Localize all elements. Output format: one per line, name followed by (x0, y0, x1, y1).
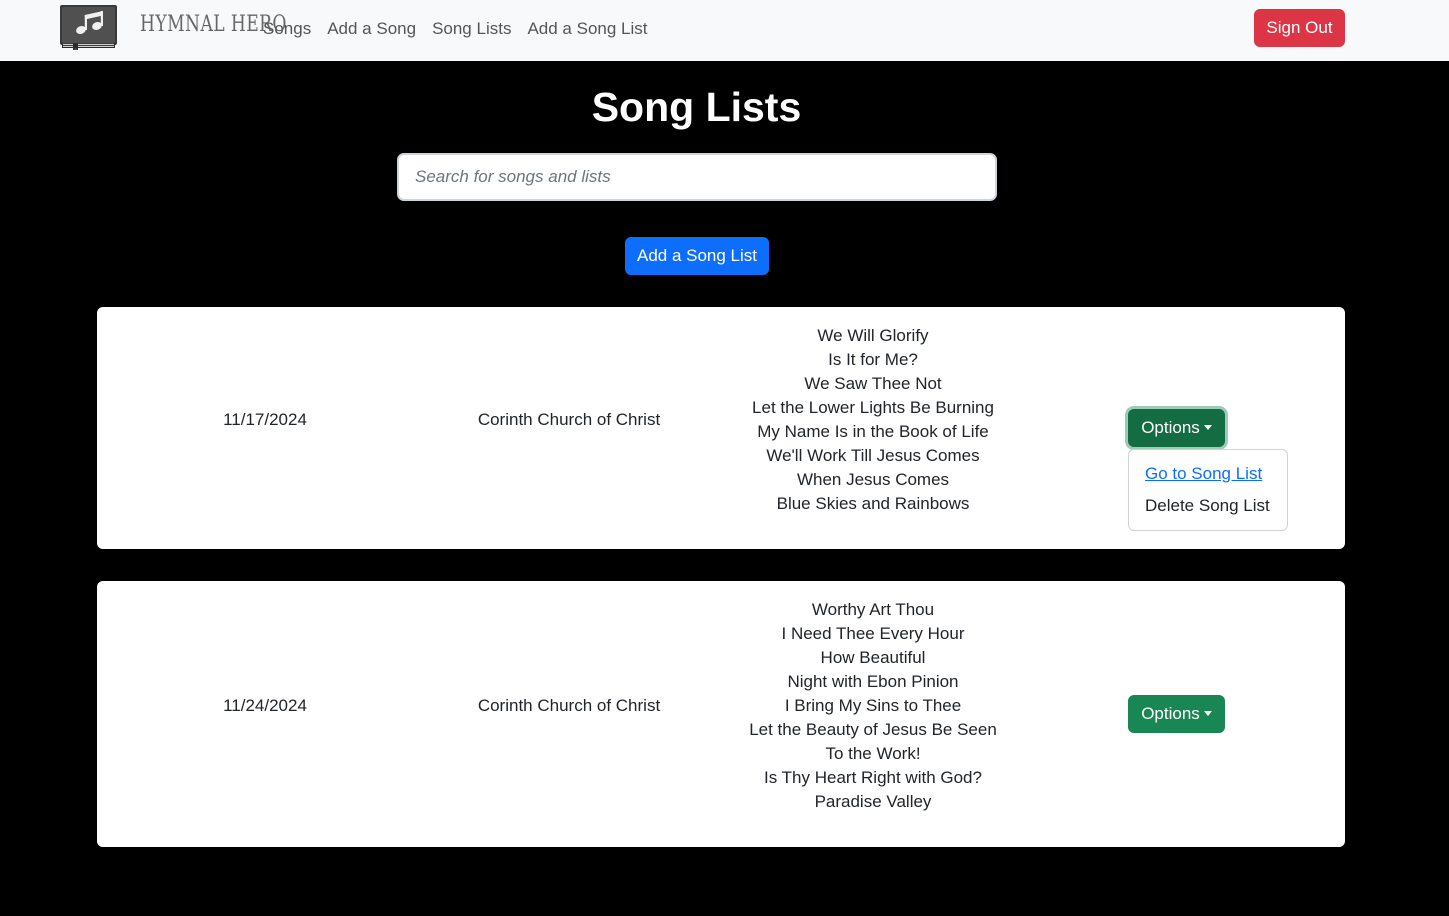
go-to-song-list-link[interactable]: Go to Song List (1129, 458, 1287, 490)
song-list-card: 11/17/2024 Corinth Church of Christ We W… (97, 307, 1345, 549)
song-title: Let the Lower Lights Be Burning (752, 398, 994, 417)
sign-out-button[interactable]: Sign Out (1254, 9, 1345, 47)
delete-song-list-item[interactable]: Delete Song List (1129, 490, 1287, 522)
nav-link-add-song[interactable]: Add a Song (319, 19, 424, 39)
song-title: When Jesus Comes (796, 470, 950, 489)
page-title: Song Lists (591, 84, 802, 130)
song-title: Is It for Me? (828, 350, 918, 369)
song-title: I Bring My Sins to Thee (784, 696, 962, 715)
song-titles: Worthy Art Thou I Need Thee Every Hour H… (723, 598, 1023, 814)
song-title: Night with Ebon Pinion (787, 672, 959, 691)
church-name: Corinth Church of Christ (477, 410, 661, 429)
song-list-card: 11/24/2024 Corinth Church of Christ Wort… (97, 581, 1345, 847)
list-date: 11/17/2024 (223, 410, 307, 429)
list-date: 11/24/2024 (223, 696, 307, 715)
options-label: Options (1141, 418, 1200, 437)
song-title: We Saw Thee Not (804, 374, 942, 393)
song-title: Blue Skies and Rainbows (776, 494, 970, 513)
nav-link-songs[interactable]: Songs (255, 19, 319, 39)
nav-link-song-lists[interactable]: Song Lists (424, 19, 519, 39)
options-dropdown-button[interactable]: Options (1128, 409, 1225, 447)
caret-down-icon (1203, 711, 1212, 716)
hymnal-logo-icon[interactable] (59, 4, 119, 50)
caret-down-icon (1203, 425, 1212, 430)
nav-links: Songs Add a Song Song Lists Add a Song L… (255, 0, 655, 57)
navbar: HYMNAL HERO Songs Add a Song Song Lists … (0, 0, 1449, 61)
add-song-list-button[interactable]: Add a Song List (625, 237, 769, 275)
song-title: We'll Work Till Jesus Comes (766, 446, 980, 465)
song-title: Is Thy Heart Right with God? (764, 768, 982, 787)
song-title: I Need Thee Every Hour (781, 624, 965, 643)
song-titles: We Will Glorify Is It for Me? We Saw The… (723, 324, 1023, 516)
song-title: Let the Beauty of Jesus Be Seen (749, 720, 997, 739)
options-dropdown-button[interactable]: Options (1128, 695, 1225, 733)
options-dropdown-menu: Go to Song List Delete Song List (1128, 449, 1288, 531)
song-title: Paradise Valley (814, 792, 932, 811)
search-input[interactable] (397, 153, 997, 201)
song-title: How Beautiful (820, 648, 926, 667)
options-label: Options (1141, 704, 1200, 723)
song-title: My Name Is in the Book of Life (757, 422, 989, 441)
nav-link-add-song-list[interactable]: Add a Song List (519, 19, 655, 39)
song-title: We Will Glorify (817, 326, 929, 345)
song-title: Worthy Art Thou (811, 600, 935, 619)
church-name: Corinth Church of Christ (477, 696, 661, 715)
song-title: To the Work! (825, 744, 921, 763)
